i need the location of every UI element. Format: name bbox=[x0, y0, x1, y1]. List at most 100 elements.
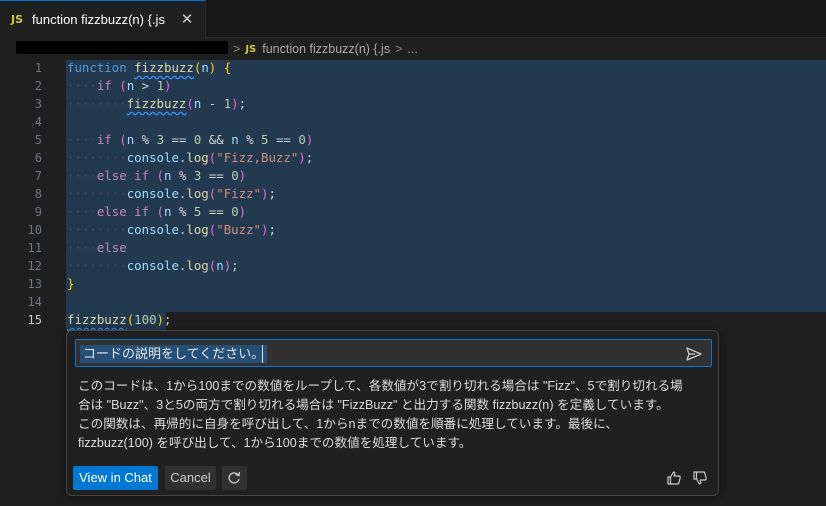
operator: % bbox=[171, 168, 194, 183]
chat-prompt-text[interactable]: コードの説明をしてください。 bbox=[80, 345, 268, 363]
keyword: if bbox=[96, 78, 112, 93]
number: 0 bbox=[298, 132, 306, 147]
code-line-9[interactable]: ····else if (n % 5 == 0) bbox=[67, 203, 246, 221]
paren: ) bbox=[238, 204, 247, 219]
paren: ) bbox=[298, 150, 306, 165]
line-number: 9 bbox=[34, 205, 42, 219]
number: 100 bbox=[134, 312, 157, 327]
selection-highlight bbox=[66, 294, 826, 312]
paren: ) bbox=[238, 168, 247, 183]
number: 5 bbox=[261, 132, 269, 147]
variable: n bbox=[231, 132, 239, 147]
function-call: fizzbuzz bbox=[126, 96, 187, 111]
parameter: n bbox=[201, 60, 209, 75]
line-number: 5 bbox=[34, 133, 42, 147]
code-line-5[interactable]: ····if (n % 3 == 0 && n % 5 == 0) bbox=[67, 131, 313, 149]
semicolon: ; bbox=[238, 96, 247, 111]
variable: n bbox=[216, 258, 224, 273]
thumbs-down-icon[interactable] bbox=[692, 470, 708, 486]
code-line-8[interactable]: ········console.log("Fizz"); bbox=[67, 185, 276, 203]
code-line-7[interactable]: ····else if (n % 3 == 0) bbox=[67, 167, 246, 185]
number: 1 bbox=[156, 78, 165, 93]
operator: % bbox=[171, 204, 194, 219]
paren: ) bbox=[208, 60, 217, 75]
selection-highlight bbox=[66, 276, 826, 294]
line-number: 12 bbox=[27, 259, 42, 273]
semicolon: ; bbox=[268, 222, 276, 237]
keyword: if bbox=[134, 168, 150, 183]
code-line-11[interactable]: ····else bbox=[67, 239, 127, 257]
redacted-path bbox=[16, 41, 228, 54]
operator: == bbox=[201, 168, 232, 183]
brace: { bbox=[223, 60, 232, 75]
breadcrumb-file-name[interactable]: function fizzbuzz(n) {.js bbox=[262, 42, 390, 56]
keyword: else bbox=[96, 204, 127, 219]
line-number: 8 bbox=[34, 187, 42, 201]
paren: ( bbox=[119, 78, 127, 93]
paren: ) bbox=[156, 312, 165, 327]
send-icon[interactable] bbox=[685, 346, 703, 362]
response-line: このコードは、1から100までの数値をループして、各数値が3で割り切れる場合は … bbox=[78, 379, 683, 393]
keyword: else bbox=[96, 168, 127, 183]
line-number: 7 bbox=[34, 169, 42, 183]
cancel-button[interactable]: Cancel bbox=[165, 466, 216, 490]
paren: ( bbox=[119, 132, 127, 147]
response-line: この関数は、再帰的に自身を呼び出して、1からnまでの数値を順番に処理しています。… bbox=[78, 417, 618, 431]
keyword: if bbox=[134, 204, 150, 219]
javascript-file-icon: JS bbox=[11, 13, 24, 26]
line-number: 4 bbox=[34, 115, 42, 129]
operator: > bbox=[134, 78, 157, 93]
chat-prompt-input[interactable]: コードの説明をしてください。 bbox=[75, 339, 712, 367]
method: log bbox=[186, 222, 209, 237]
code-line-13[interactable]: } bbox=[67, 275, 74, 293]
chat-response: このコードは、1から100までの数値をループして、各数値が3で割り切れる場合は … bbox=[78, 377, 712, 453]
code-line-3[interactable]: ········fizzbuzz(n - 1); bbox=[67, 95, 246, 113]
function-name: fizzbuzz bbox=[134, 60, 194, 75]
semicolon: ; bbox=[164, 312, 172, 327]
paren: ) bbox=[305, 132, 314, 147]
response-line: fizzbuzz(100) を呼び出して、1から100までの数値を処理しています… bbox=[78, 436, 472, 450]
operator: && bbox=[201, 132, 232, 147]
brace: } bbox=[67, 276, 75, 291]
line-number: 3 bbox=[34, 97, 42, 111]
view-in-chat-button[interactable]: View in Chat bbox=[73, 466, 158, 490]
operator: == bbox=[268, 132, 299, 147]
code-line-2[interactable]: ····if (n > 1) bbox=[67, 77, 172, 95]
semicolon: ; bbox=[231, 258, 239, 273]
function-call: fizzbuzz bbox=[67, 312, 127, 327]
code-line-6[interactable]: ········console.log("Fizz,Buzz"); bbox=[67, 149, 313, 167]
object: console bbox=[126, 150, 179, 165]
operator: % bbox=[134, 132, 157, 147]
close-icon[interactable]: ✕ bbox=[179, 12, 195, 28]
semicolon: ; bbox=[305, 150, 314, 165]
string: "Fizz,Buzz" bbox=[216, 150, 299, 165]
line-number: 14 bbox=[27, 295, 42, 309]
response-line: 合は "Buzz"、3と5の両方で割り切れる場合は "FizzBuzz" と出力… bbox=[78, 398, 669, 412]
thumbs-up-icon[interactable] bbox=[666, 470, 682, 486]
code-line-10[interactable]: ········console.log("Buzz"); bbox=[67, 221, 276, 239]
keyword: else bbox=[96, 240, 127, 255]
string: "Fizz" bbox=[216, 186, 261, 201]
operator: == bbox=[164, 132, 194, 147]
string: "Buzz" bbox=[216, 222, 261, 237]
editor-tab[interactable]: JS function fizzbuzz(n) {.js ✕ bbox=[0, 0, 206, 38]
number: 0 bbox=[231, 168, 239, 183]
line-number: 6 bbox=[34, 151, 42, 165]
breadcrumb-symbol[interactable]: ... bbox=[407, 42, 417, 56]
breadcrumb-file[interactable]: > JS function fizzbuzz(n) {.js > ... bbox=[228, 42, 418, 56]
code-line-15[interactable]: fizzbuzz(100); bbox=[67, 311, 171, 329]
paren: ) bbox=[231, 96, 239, 111]
code-line-12[interactable]: ········console.log(n); bbox=[67, 257, 239, 275]
paren: ( bbox=[156, 168, 165, 183]
selection-highlight bbox=[66, 240, 826, 258]
operator: - bbox=[201, 96, 224, 111]
line-number-active: 15 bbox=[27, 313, 42, 327]
keyword: if bbox=[96, 132, 112, 147]
tab-title: function fizzbuzz(n) {.js bbox=[32, 12, 165, 27]
code-line-1[interactable]: function fizzbuzz(n) { bbox=[67, 59, 231, 77]
method: log bbox=[186, 186, 209, 201]
breadcrumb-separator: > bbox=[233, 42, 241, 56]
regenerate-button[interactable] bbox=[222, 466, 247, 490]
line-number: 13 bbox=[27, 277, 42, 291]
line-number: 2 bbox=[34, 79, 42, 93]
